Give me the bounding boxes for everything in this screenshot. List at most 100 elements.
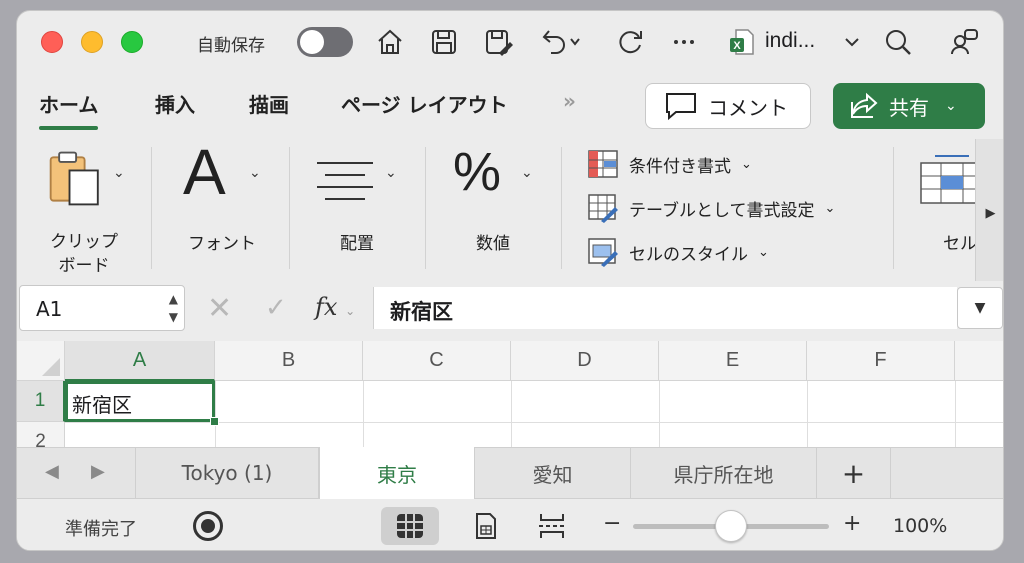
ribbon-scroll-right-icon[interactable]: ▶ <box>975 139 1003 287</box>
insert-function-button[interactable]: fx ⌄ <box>315 293 355 321</box>
cell-styles-icon <box>588 238 618 267</box>
chevron-down-icon: ⌄ <box>824 200 836 216</box>
tab-draw[interactable]: 描画 <box>249 89 289 118</box>
minimize-window-button[interactable] <box>81 31 103 53</box>
record-macro-icon[interactable] <box>193 511 223 541</box>
cells-label: セル <box>943 234 977 254</box>
comment-button[interactable]: コメント <box>645 83 811 129</box>
search-icon[interactable] <box>881 25 915 59</box>
ribbon: ⌄ クリップ ボード A ⌄ フォント ⌄ 配置 % ⌄ 数値 条件付き書式 ⌄… <box>17 136 1003 287</box>
conditional-format-label: 条件付き書式 <box>629 156 731 177</box>
gridline <box>65 422 1003 423</box>
share-button[interactable]: 共有 ⌄ <box>833 83 985 129</box>
zoom-in-button[interactable]: + <box>843 511 861 536</box>
excel-file-icon: X <box>725 25 759 59</box>
name-box-stepper-icon[interactable]: ▲ ▼ <box>169 290 178 326</box>
formula-expand-icon[interactable]: ▼ <box>957 287 1003 329</box>
font-label: フォント <box>188 234 256 254</box>
share-label: 共有 <box>889 95 929 120</box>
maximize-window-button[interactable] <box>121 31 143 53</box>
conditional-format-icon <box>588 150 618 178</box>
page-break-icon <box>539 514 565 538</box>
redo-icon[interactable] <box>613 25 647 59</box>
column-header-e[interactable]: E <box>659 341 807 381</box>
add-sheet-button[interactable]: + <box>817 448 891 498</box>
page-layout-view-button[interactable] <box>457 507 515 545</box>
formula-bar: A1 ▲ ▼ ✕ ✓ fx ⌄ 新宿区 ▼ <box>17 281 1003 337</box>
toggle-knob <box>300 30 324 54</box>
column-header-g[interactable] <box>955 341 1003 381</box>
sheet-tab-tokyo-jp[interactable]: 東京 <box>319 447 475 499</box>
format-as-table-button[interactable]: テーブルとして書式設定 ⌄ <box>587 193 835 223</box>
chevron-down-icon[interactable] <box>835 25 869 59</box>
column-header-b[interactable]: B <box>215 341 363 381</box>
sheet-next-icon[interactable]: ▶ <box>91 461 105 482</box>
conditional-format-button[interactable]: 条件付き書式 ⌄ <box>587 149 752 179</box>
cell-styles-button[interactable]: セルのスタイル ⌄ <box>587 237 769 267</box>
tab-page-layout[interactable]: ページ レイアウト <box>341 89 508 118</box>
row-header-2[interactable]: 2 <box>17 422 65 449</box>
gridline <box>659 381 660 449</box>
sheet-tab-tokyo-1[interactable]: Tokyo (1) <box>135 448 319 498</box>
formula-input[interactable]: 新宿区 <box>373 287 957 329</box>
share-people-icon[interactable] <box>947 25 981 59</box>
clipboard-label-2: ボード <box>58 256 110 276</box>
zoom-out-button[interactable]: − <box>603 511 621 536</box>
tab-insert[interactable]: 挿入 <box>155 89 195 118</box>
group-divider <box>893 147 894 269</box>
clipboard-group[interactable]: ⌄ クリップ ボード <box>37 139 137 276</box>
save-as-icon[interactable] <box>481 25 515 59</box>
sheet-tabs-bar: ◀ ▶ Tokyo (1) 東京 愛知 県庁所在地 + <box>17 447 1003 499</box>
undo-icon[interactable] <box>535 25 587 59</box>
gridline <box>955 381 956 449</box>
group-divider <box>151 147 152 269</box>
sheet-tab-aichi[interactable]: 愛知 <box>475 448 631 498</box>
enter-icon[interactable]: ✓ <box>265 293 287 323</box>
more-icon[interactable] <box>667 25 701 59</box>
status-text: 準備完了 <box>65 519 137 540</box>
alignment-caret-icon[interactable]: ⌄ <box>385 165 397 181</box>
more-tabs-icon[interactable]: » <box>563 89 576 113</box>
cell-styles-label: セルのスタイル <box>629 244 748 265</box>
alignment-label: 配置 <box>340 234 374 254</box>
save-icon[interactable] <box>427 25 461 59</box>
excel-window: 自動保存 X indi... ホーム 挿入 描画 ページ レイアウト » コメン… <box>16 10 1004 551</box>
column-header-a[interactable]: A <box>65 341 215 381</box>
page-break-view-button[interactable] <box>523 507 581 545</box>
cancel-icon[interactable]: ✕ <box>207 291 232 326</box>
column-header-d[interactable]: D <box>511 341 659 381</box>
autosave-toggle[interactable] <box>297 27 353 57</box>
fill-handle[interactable] <box>210 417 219 426</box>
column-header-c[interactable]: C <box>363 341 511 381</box>
comment-icon <box>666 93 696 121</box>
sheet-prev-icon[interactable]: ◀ <box>45 461 59 482</box>
cell-a1[interactable]: 新宿区 <box>65 381 215 422</box>
gridline <box>363 381 364 449</box>
normal-view-button[interactable] <box>381 507 439 545</box>
column-header-f[interactable]: F <box>807 341 955 381</box>
gridline <box>807 381 808 449</box>
home-icon[interactable] <box>373 25 407 59</box>
file-name[interactable]: indi... <box>765 29 815 53</box>
share-chevron-icon[interactable]: ⌄ <box>945 98 957 114</box>
title-bar: 自動保存 X indi... <box>17 11 1003 73</box>
name-box[interactable]: A1 ▲ ▼ <box>19 285 185 331</box>
font-caret-icon[interactable]: ⌄ <box>249 165 261 181</box>
row-header-1[interactable]: 1 <box>17 381 65 422</box>
alignment-group[interactable]: ⌄ 配置 <box>307 139 427 269</box>
number-caret-icon[interactable]: ⌄ <box>521 165 533 181</box>
font-group[interactable]: A ⌄ フォント <box>167 136 291 269</box>
group-divider <box>561 147 562 269</box>
zoom-slider-thumb[interactable] <box>715 510 747 542</box>
format-as-table-label: テーブルとして書式設定 <box>629 200 815 221</box>
close-window-button[interactable] <box>41 31 63 53</box>
svg-text:X: X <box>733 40 741 52</box>
number-group[interactable]: % ⌄ 数値 <box>443 139 563 269</box>
zoom-level[interactable]: 100% <box>893 515 947 537</box>
cells-group[interactable]: セル <box>911 139 983 269</box>
tab-home[interactable]: ホーム <box>39 89 99 130</box>
group-divider <box>425 147 426 269</box>
clipboard-caret-icon[interactable]: ⌄ <box>113 165 125 181</box>
select-all-button[interactable] <box>17 341 65 381</box>
sheet-tab-prefectural-capitals[interactable]: 県庁所在地 <box>631 448 817 498</box>
